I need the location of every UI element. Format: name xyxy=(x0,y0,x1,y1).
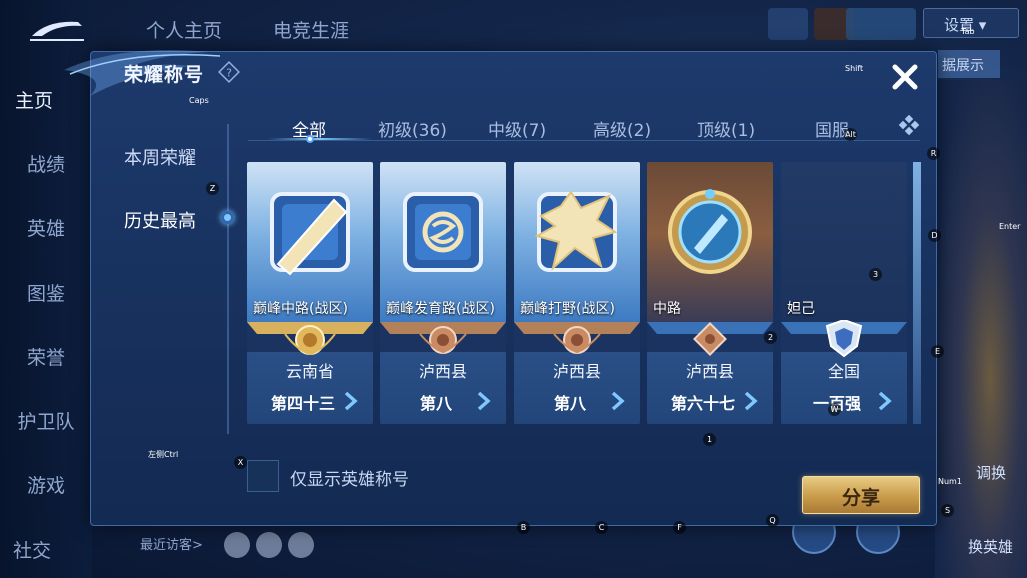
key-hint-3: 3 xyxy=(869,268,882,281)
bg-nav-social: 社交 xyxy=(12,540,51,562)
bg-swap-label: 调换 xyxy=(976,464,1007,482)
more-tabs-icon[interactable] xyxy=(898,114,920,136)
visitor-avatar-icon xyxy=(288,532,314,558)
key-hint-caps: Caps xyxy=(189,96,209,105)
card-title: 中路 xyxy=(653,301,681,317)
key-hint-z: Z xyxy=(206,182,219,195)
honor-card-jungle-region[interactable]: 巅峰打野(战区) 泸西县 第八 xyxy=(514,162,640,424)
recent-visitors-label: 最近访客> xyxy=(140,538,203,553)
key-hint-num1: Num1 xyxy=(938,477,962,486)
honor-card-daji[interactable]: 妲己 全国 一百强 xyxy=(781,162,907,424)
left-nav-weekly[interactable]: 本周荣耀 xyxy=(124,144,196,170)
bg-change-hero-label: 换英雄 xyxy=(968,538,1014,556)
help-icon[interactable]: ? xyxy=(218,61,240,83)
card-title: 妲己 xyxy=(787,301,815,317)
key-hint-b: B xyxy=(517,521,530,534)
honor-card-mid[interactable]: 中路 泸西县 第六十七 xyxy=(647,162,773,424)
key-hint-c: C xyxy=(595,521,608,534)
modal-title: 荣耀称号 xyxy=(124,64,205,86)
card-title: 巅峰打野(战区) xyxy=(520,301,615,317)
tab-beginner[interactable]: 初级(36) xyxy=(378,116,447,141)
card-region: 泸西县 xyxy=(418,362,467,381)
bg-nav-collection: 图鉴 xyxy=(26,283,65,305)
game-logo-icon xyxy=(30,21,84,41)
key-hint-e: E xyxy=(931,345,944,358)
card-region: 泸西县 xyxy=(685,362,734,381)
tab-active-underline xyxy=(268,138,372,140)
key-hint-f: F xyxy=(673,521,686,534)
card-region: 泸西县 xyxy=(552,362,601,381)
left-nav-history-best[interactable]: 历史最高 xyxy=(124,207,196,233)
chevron-right-icon xyxy=(744,391,758,411)
key-hint-alt: Alt xyxy=(844,128,857,141)
key-hint-s: S xyxy=(941,504,954,517)
key-hint-d: D xyxy=(928,229,941,242)
hero-title-only-checkbox[interactable] xyxy=(247,460,279,492)
chevron-right-icon xyxy=(344,391,358,411)
share-button[interactable]: 分享 xyxy=(802,476,920,514)
card-region: 云南省 xyxy=(285,362,334,381)
card-title: 巅峰发育路(战区) xyxy=(386,301,495,317)
bg-nav-record: 战绩 xyxy=(26,154,65,176)
bg-nav-guard: 护卫队 xyxy=(17,411,75,433)
bg-status-panel xyxy=(846,8,916,40)
tab-active-dot xyxy=(306,135,314,143)
close-icon[interactable] xyxy=(889,61,921,93)
key-hint-shift: Shift xyxy=(845,64,864,73)
key-hint-r: R xyxy=(927,147,940,160)
honor-card-mid-region[interactable]: 巅峰中路(战区) 云南省 第四十三 xyxy=(247,162,373,424)
chevron-right-icon xyxy=(477,391,491,411)
key-hint-x: X xyxy=(234,456,247,469)
adc-lane-emblem-icon xyxy=(403,192,483,272)
tab-top[interactable]: 顶级(1) xyxy=(697,116,755,141)
mid-lane-medal-icon xyxy=(668,189,752,274)
card-region: 全国 xyxy=(827,362,860,381)
bg-avatar-icon xyxy=(768,8,808,40)
bg-tab-profile: 个人主页 xyxy=(146,20,223,42)
visitor-avatar-icon xyxy=(224,532,250,558)
key-hint-1: 1 xyxy=(703,433,716,446)
key-hint-w: W xyxy=(828,403,841,416)
chevron-right-icon xyxy=(878,391,892,411)
key-hint-enter: Enter xyxy=(999,222,1021,231)
tab-intermediate[interactable]: 中级(7) xyxy=(488,116,546,141)
bg-nav-honor: 荣誉 xyxy=(26,347,65,369)
bg-nav-hero: 英雄 xyxy=(26,218,65,240)
tab-advanced[interactable]: 高级(2) xyxy=(593,116,651,141)
left-nav-active-indicator xyxy=(221,211,234,224)
jungle-dragon-emblem-icon xyxy=(534,190,618,272)
svg-text:?: ? xyxy=(226,67,232,80)
card-title: 巅峰中路(战区) xyxy=(253,301,348,317)
bg-tab-esports: 电竞生涯 xyxy=(273,20,350,42)
visitor-avatar-icon xyxy=(256,532,282,558)
key-hint-q: Q xyxy=(766,514,779,527)
honor-card-partial[interactable] xyxy=(913,162,921,424)
key-hint-tab: Tab xyxy=(961,27,975,36)
mid-lane-emblem-icon xyxy=(270,192,350,276)
key-hint-ctrl: 左侧Ctrl xyxy=(148,450,179,459)
bg-nav-game: 游戏 xyxy=(26,475,65,497)
left-nav-rail xyxy=(227,124,229,434)
hero-title-only-label: 仅显示英雄称号 xyxy=(290,470,409,490)
key-hint-2: 2 xyxy=(764,331,777,344)
honor-card-adc-region[interactable]: 巅峰发育路(战区) 泸西县 第八 xyxy=(380,162,506,424)
chevron-right-icon xyxy=(611,391,625,411)
bg-display-button: 据展示 xyxy=(938,50,1000,78)
